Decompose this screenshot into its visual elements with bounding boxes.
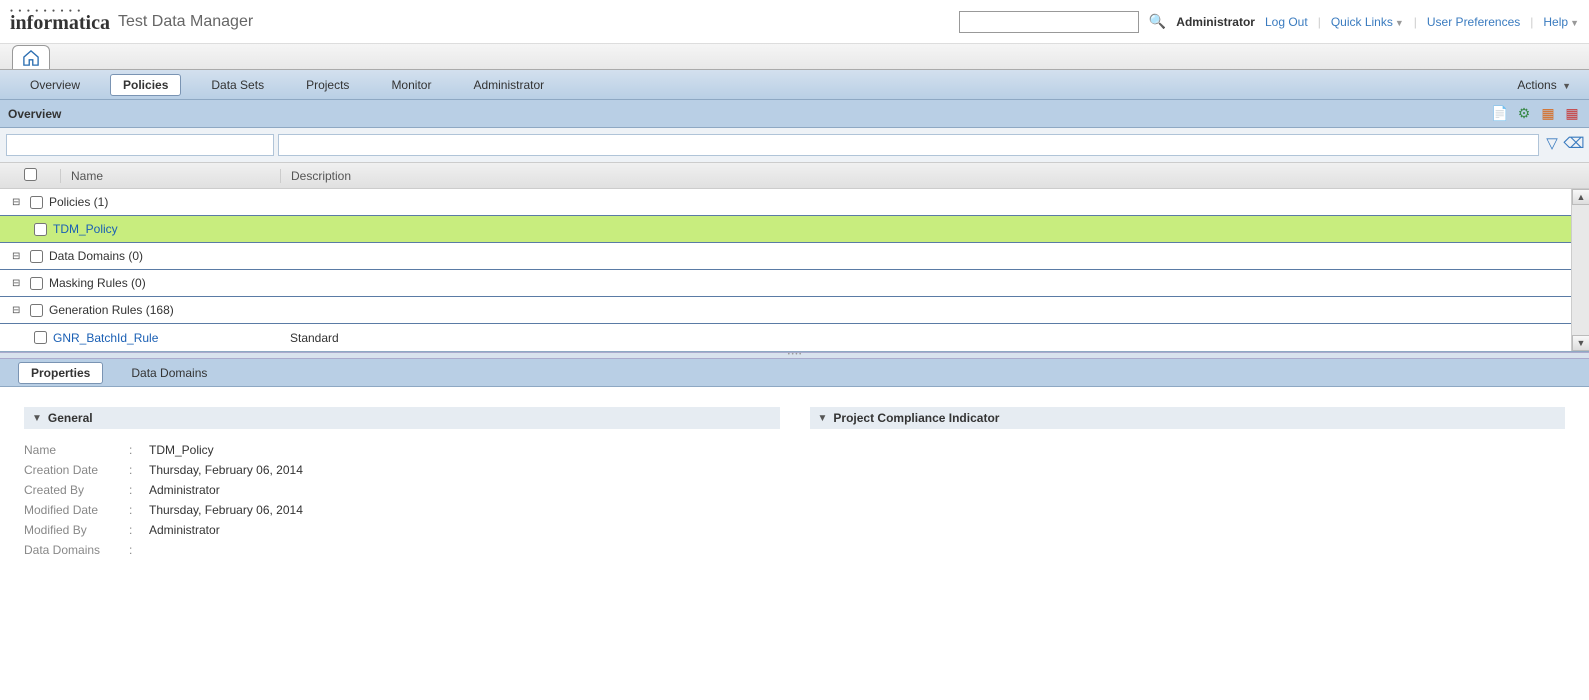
detail-tabs: Properties Data Domains bbox=[0, 359, 1589, 387]
tab-properties[interactable]: Properties bbox=[18, 362, 103, 384]
group-checkbox[interactable] bbox=[30, 196, 43, 209]
new-icon[interactable]: 📄 bbox=[1491, 105, 1509, 123]
filter-name-input[interactable] bbox=[6, 134, 274, 156]
tab-projects[interactable]: Projects bbox=[294, 74, 361, 96]
group-generation-rules[interactable]: ⊟ Generation Rules (168) bbox=[0, 297, 1571, 324]
quick-links[interactable]: Quick Links▼ bbox=[1331, 15, 1404, 29]
prop-data-domains: Data Domains: bbox=[24, 543, 780, 557]
tree-area: ⊟ Policies (1) TDM_Policy ⊟ Data Domains… bbox=[0, 189, 1589, 352]
collapse-icon[interactable]: ⊟ bbox=[12, 251, 24, 262]
nav-tabs: Overview Policies Data Sets Projects Mon… bbox=[0, 70, 1589, 100]
prop-modified-by: Modified By: Administrator bbox=[24, 523, 780, 537]
collapse-icon[interactable]: ⊟ bbox=[12, 305, 24, 316]
filter-apply-icon[interactable]: ▽ bbox=[1543, 134, 1561, 152]
group-policies[interactable]: ⊟ Policies (1) bbox=[0, 189, 1571, 216]
generate-icon[interactable]: ▦ bbox=[1563, 105, 1581, 123]
app-name: Test Data Manager bbox=[118, 13, 253, 31]
group-masking-rules[interactable]: ⊟ Masking Rules (0) bbox=[0, 270, 1571, 297]
section-general[interactable]: ▼ General bbox=[24, 407, 780, 429]
filter-desc-input[interactable] bbox=[278, 134, 1539, 156]
overview-header: Overview 📄 ⚙ ▦ ▦ bbox=[0, 100, 1589, 128]
tab-overview[interactable]: Overview bbox=[18, 74, 92, 96]
group-data-domains[interactable]: ⊟ Data Domains (0) bbox=[0, 243, 1571, 270]
user-preferences[interactable]: User Preferences bbox=[1427, 15, 1520, 29]
tab-policies[interactable]: Policies bbox=[110, 74, 181, 96]
prop-modified-date: Modified Date: Thursday, February 06, 20… bbox=[24, 503, 780, 517]
group-checkbox[interactable] bbox=[30, 304, 43, 317]
help-link[interactable]: Help▼ bbox=[1543, 15, 1579, 29]
tab-data-domains[interactable]: Data Domains bbox=[119, 363, 219, 383]
logo: ● ● ● ● ● ● ● ● ● informatica bbox=[10, 8, 118, 35]
rule-link[interactable]: GNR_BatchId_Rule bbox=[53, 331, 158, 345]
table-header: Name Description bbox=[0, 163, 1589, 189]
prop-created-by: Created By: Administrator bbox=[24, 483, 780, 497]
select-all-checkbox[interactable] bbox=[24, 168, 37, 181]
scroll-up-icon[interactable]: ▲ bbox=[1572, 189, 1589, 205]
chevron-down-icon: ▼ bbox=[818, 413, 828, 424]
filter-clear-icon[interactable]: ⌫ bbox=[1565, 134, 1583, 152]
tab-data-sets[interactable]: Data Sets bbox=[199, 74, 276, 96]
item-checkbox[interactable] bbox=[34, 223, 47, 236]
mask-icon[interactable]: ▦ bbox=[1539, 105, 1557, 123]
search-icon[interactable]: 🔍 bbox=[1149, 13, 1166, 30]
section-compliance[interactable]: ▼ Project Compliance Indicator bbox=[810, 407, 1566, 429]
item-checkbox[interactable] bbox=[34, 331, 47, 344]
chevron-down-icon: ▼ bbox=[32, 413, 42, 424]
group-checkbox[interactable] bbox=[30, 250, 43, 263]
workspace-tabs bbox=[0, 44, 1589, 70]
collapse-icon[interactable]: ⊟ bbox=[12, 197, 24, 208]
home-icon bbox=[22, 50, 40, 66]
logout-link[interactable]: Log Out bbox=[1265, 15, 1308, 29]
home-tab[interactable] bbox=[12, 45, 50, 69]
actions-menu[interactable]: Actions ▼ bbox=[1517, 78, 1571, 92]
policy-link[interactable]: TDM_Policy bbox=[53, 222, 118, 236]
rule-desc: Standard bbox=[290, 331, 339, 345]
col-description[interactable]: Description bbox=[280, 169, 1571, 183]
item-tdm-policy[interactable]: TDM_Policy bbox=[0, 216, 1571, 243]
group-checkbox[interactable] bbox=[30, 277, 43, 290]
admin-label: Administrator bbox=[1176, 15, 1255, 29]
prop-creation-date: Creation Date: Thursday, February 06, 20… bbox=[24, 463, 780, 477]
search-input[interactable] bbox=[959, 11, 1139, 33]
item-gnr-rule[interactable]: GNR_BatchId_Rule Standard bbox=[0, 324, 1571, 351]
top-header: ● ● ● ● ● ● ● ● ● informatica Test Data … bbox=[0, 0, 1589, 44]
col-name[interactable]: Name bbox=[60, 169, 280, 183]
prop-name: Name: TDM_Policy bbox=[24, 443, 780, 457]
vertical-scrollbar[interactable]: ▲ ▼ bbox=[1571, 189, 1589, 351]
tab-monitor[interactable]: Monitor bbox=[379, 74, 443, 96]
domains-icon[interactable]: ⚙ bbox=[1515, 105, 1533, 123]
filter-row: ▽ ⌫ bbox=[0, 128, 1589, 163]
collapse-icon[interactable]: ⊟ bbox=[12, 278, 24, 289]
splitter[interactable]: • • • • bbox=[0, 352, 1589, 359]
detail-body: ▼ General Name: TDM_Policy Creation Date… bbox=[0, 387, 1589, 617]
scroll-down-icon[interactable]: ▼ bbox=[1572, 335, 1589, 351]
tab-administrator[interactable]: Administrator bbox=[461, 74, 556, 96]
panel-title: Overview bbox=[8, 107, 61, 121]
